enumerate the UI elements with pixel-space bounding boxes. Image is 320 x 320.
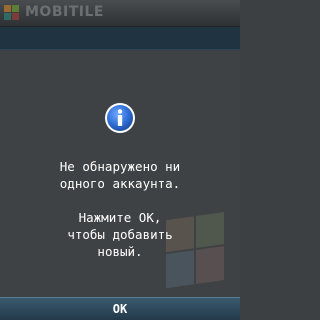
message-line: одного аккаунта.	[59, 176, 181, 191]
tiles-logo-icon	[4, 5, 20, 21]
title-bar: MOBITILE	[0, 0, 240, 27]
message-line: Не обнаружено ни	[59, 159, 181, 174]
softkey-bar: OK	[0, 297, 240, 320]
message-line: Нажмите OK,	[78, 210, 162, 225]
app-title: MOBITILE	[25, 4, 104, 20]
message-line: новый.	[97, 244, 143, 259]
dialog-area: Не обнаружено ни одного аккаунта. Нажмит…	[0, 50, 240, 298]
dialog-message: Не обнаружено ни одного аккаунта. Нажмит…	[0, 158, 240, 260]
info-icon	[104, 102, 136, 134]
message-line: чтобы добавить	[67, 227, 173, 242]
header-strip	[0, 27, 240, 50]
ok-softkey-button[interactable]: OK	[90, 298, 150, 320]
